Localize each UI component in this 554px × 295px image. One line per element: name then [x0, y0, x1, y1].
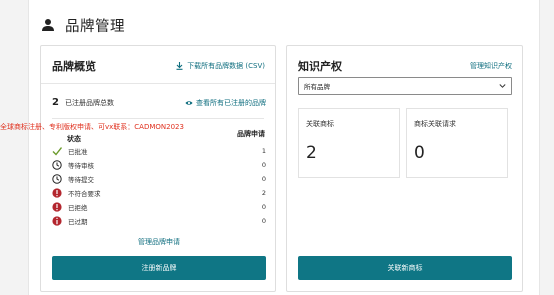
- status-count: 0: [261, 203, 266, 211]
- manage-ip-link[interactable]: 管理知识产权: [470, 61, 512, 71]
- alert-icon: [52, 202, 62, 212]
- page-title: 品牌管理: [65, 18, 125, 35]
- download-csv-link[interactable]: 下载所有品牌数据 (CSV): [176, 61, 265, 71]
- view-all-brands-label: 查看所有已注册的品牌: [196, 99, 266, 107]
- clock-icon: [52, 174, 62, 184]
- brand-overview-card: 品牌概览 下载所有品牌数据 (CSV) 2 已注册品牌总数 查看所有已注册的品牌…: [40, 45, 276, 292]
- clock-icon: [52, 160, 62, 170]
- view-all-brands-link[interactable]: 查看所有已注册的品牌: [185, 98, 266, 108]
- trademark-link-requests-tile[interactable]: 商标关联请求 0: [406, 108, 508, 178]
- manage-applications-link[interactable]: 管理品牌申请: [41, 237, 277, 247]
- total-brands-label: 已注册品牌总数: [64, 98, 114, 107]
- brand-select[interactable]: 所有品牌: [298, 77, 512, 95]
- applications-column-header: 品牌申请: [237, 130, 265, 138]
- total-brands-count: 2: [52, 97, 59, 108]
- status-label: 等待提交: [68, 176, 94, 184]
- alert-icon: [52, 188, 62, 198]
- status-count: 2: [261, 189, 266, 197]
- ip-card: 知识产权 管理知识产权 所有品牌 关联商标 2 商标关联请求 0 关联新商标: [286, 45, 523, 292]
- check-icon: [52, 147, 62, 156]
- link-trademark-button[interactable]: 关联新商标: [298, 256, 512, 280]
- trademark-link-requests-value: 0: [414, 143, 425, 163]
- status-row-pending-submission: 等待提交 0: [52, 172, 266, 186]
- status-row-noncompliant: 不符合要求 2: [52, 186, 266, 200]
- status-row-approved: 已批准 1: [52, 144, 266, 158]
- brand-overview-title: 品牌概览: [52, 60, 96, 73]
- divider: [41, 83, 275, 84]
- status-count: 0: [261, 175, 266, 183]
- linked-trademarks-tile[interactable]: 关联商标 2: [298, 108, 400, 178]
- total-brands-row: 2 已注册品牌总数 查看所有已注册的品牌: [52, 97, 266, 108]
- status-count: 0: [261, 217, 266, 225]
- status-label: 已过期: [68, 218, 88, 226]
- linked-trademarks-label: 关联商标: [306, 120, 334, 128]
- trademark-link-requests-label: 商标关联请求: [414, 120, 456, 128]
- download-csv-label: 下载所有品牌数据 (CSV): [187, 62, 265, 70]
- divider: [52, 118, 264, 119]
- status-count: 1: [261, 147, 266, 155]
- status-count: 0: [261, 161, 266, 169]
- status-label: 不符合要求: [68, 190, 101, 198]
- status-label: 已拒绝: [68, 204, 88, 212]
- brand-select-value: 所有品牌: [304, 83, 330, 91]
- register-brand-button[interactable]: 注册新品牌: [52, 256, 266, 280]
- status-column-header: 状态: [67, 135, 81, 143]
- ip-title: 知识产权: [298, 60, 342, 73]
- status-row-expired: 已过期 0: [52, 214, 266, 228]
- status-row-rejected: 已拒绝 0: [52, 200, 266, 214]
- person-icon: [42, 19, 54, 31]
- linked-trademarks-value: 2: [306, 143, 317, 163]
- page-header: 品牌管理: [41, 14, 125, 36]
- status-row-pending-review: 等待审核 0: [52, 158, 266, 172]
- chevron-down-icon: [499, 84, 506, 88]
- eye-icon: [185, 101, 193, 105]
- info-icon: [52, 216, 62, 226]
- status-label: 已批准: [68, 148, 88, 156]
- watermark-text: 全球商标注册、专利版权申请、可vx联系：CADMON2023: [0, 123, 184, 131]
- download-icon: [176, 62, 183, 70]
- status-label: 等待审核: [68, 162, 94, 170]
